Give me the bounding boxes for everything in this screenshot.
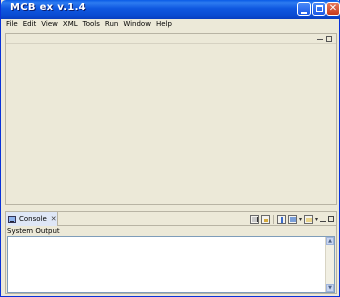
scroll-up-arrow-icon[interactable]: ▲ (326, 237, 334, 245)
editor-minimize-button[interactable] (317, 36, 323, 40)
display-dropdown-icon[interactable]: ▾ (299, 215, 302, 224)
editor-maximize-button[interactable] (326, 36, 332, 42)
menu-help[interactable]: Help (154, 20, 175, 29)
window-title: MCB ex v.1.4 (10, 2, 86, 13)
scroll-down-arrow-icon[interactable]: ▼ (326, 284, 334, 292)
menu-run[interactable]: Run (103, 20, 121, 29)
display-console-icon[interactable] (287, 214, 297, 224)
tab-console[interactable]: Console ✕ (6, 212, 58, 226)
menu-tools[interactable]: Tools (81, 20, 103, 29)
app-window: MCB ex v.1.4 ✕ File Edit View XML Tools … (0, 0, 340, 297)
scroll-lock-icon[interactable] (260, 214, 270, 224)
view-maximize-icon[interactable] (328, 216, 334, 222)
open-console-icon[interactable] (303, 214, 313, 224)
pin-console-icon[interactable] (276, 214, 286, 224)
maximize-icon (316, 5, 323, 12)
close-icon: ✕ (328, 3, 338, 14)
menu-view[interactable]: View (39, 20, 61, 29)
editor-title-bar (6, 34, 336, 44)
close-button[interactable]: ✕ (326, 2, 340, 16)
open-console-dropdown-icon[interactable]: ▾ (315, 215, 318, 224)
scrollbar-track[interactable]: ▲ ▼ (325, 237, 334, 292)
clear-console-icon[interactable] (249, 214, 259, 224)
minimize-button[interactable] (297, 2, 311, 16)
tab-close-icon[interactable]: ✕ (51, 215, 57, 223)
menu-file[interactable]: File (4, 20, 21, 29)
menu-bar: File Edit View XML Tools Run Window Help (2, 19, 340, 29)
console-view: Console ✕ ▾ ▾ System Output ▲ ▼ (5, 211, 337, 294)
console-output-area[interactable] (7, 236, 335, 293)
maximize-button[interactable] (312, 2, 326, 16)
console-scrollbar[interactable]: ▲ ▼ (325, 237, 334, 292)
menu-window[interactable]: Window (121, 20, 154, 29)
console-tab-bar: Console ✕ ▾ ▾ (6, 212, 336, 226)
tab-console-label: Console (19, 215, 47, 223)
menu-edit[interactable]: Edit (21, 20, 40, 29)
view-minimize-icon[interactable] (320, 217, 326, 222)
console-output-header: System Output (7, 227, 60, 235)
title-bar[interactable]: MCB ex v.1.4 ✕ (1, 0, 340, 19)
toolbar-separator (272, 214, 274, 224)
menu-xml[interactable]: XML (61, 20, 81, 29)
console-toolbar: ▾ ▾ (249, 213, 334, 225)
editor-area[interactable] (5, 33, 337, 205)
minimize-icon (301, 12, 307, 14)
console-icon (8, 215, 16, 223)
